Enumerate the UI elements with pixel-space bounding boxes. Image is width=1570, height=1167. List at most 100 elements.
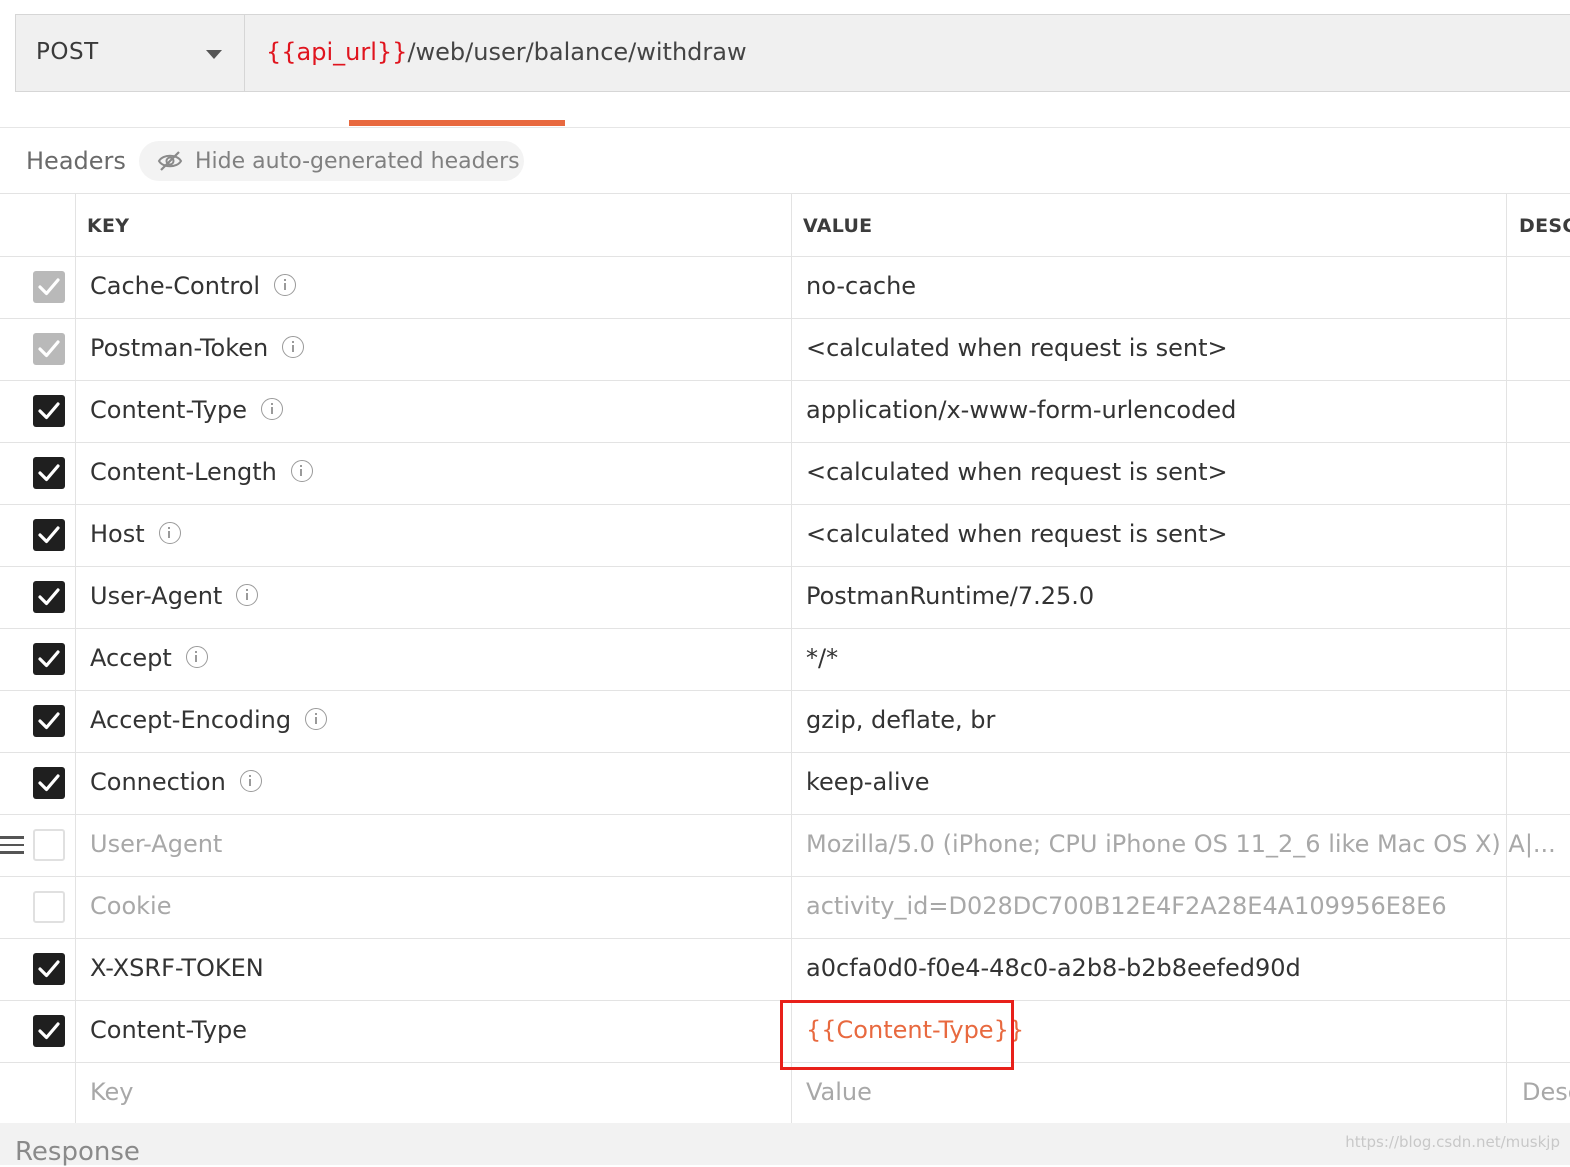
table-row: Cache-Control no-cache [0,256,1570,318]
header-value[interactable]: Mozilla/5.0 (iPhone; CPU iPhone OS 11_2_… [806,830,1556,858]
header-enabled-checkbox[interactable] [33,891,65,923]
header-enabled-checkbox[interactable] [33,953,65,985]
new-key-input[interactable]: Key [90,1078,134,1106]
column-header-description: DESC [1519,215,1570,237]
active-tab-indicator [349,120,565,126]
table-row: Content-Length <calculated when request i… [0,442,1570,504]
table-row: Accept */* [0,628,1570,690]
new-header-row: Key Value Desc [0,1062,1570,1124]
info-icon[interactable] [185,646,208,668]
info-icon[interactable] [290,460,313,482]
new-description-input[interactable]: Desc [1522,1078,1570,1106]
header-value[interactable]: <calculated when request is sent> [806,458,1228,486]
header-enabled-checkbox[interactable] [33,767,65,799]
highlight-box [780,1000,1014,1070]
header-value[interactable]: <calculated when request is sent> [806,334,1228,362]
header-key-label: X-XSRF-TOKEN [90,954,264,982]
header-key[interactable]: User-Agent [90,582,259,610]
info-icon[interactable] [236,584,259,606]
eye-slash-icon [157,151,183,171]
header-enabled-checkbox[interactable] [33,395,65,427]
header-key-label: User-Agent [90,830,223,858]
table-row: Cookie activity_id=D028DC700B12E4F2A28E4A… [0,876,1570,938]
url-input[interactable]: {{api_url}}/web/user/balance/withdraw [266,38,747,66]
table-row: X-XSRF-TOKEN a0cfa0d0-f0e4-48c0-a2b8-b2b8… [0,938,1570,1000]
header-value[interactable]: no-cache [806,272,916,300]
header-value[interactable]: a0cfa0d0-f0e4-48c0-a2b8-b2b8eefed90d [806,954,1301,982]
column-header-value: VALUE [803,215,873,237]
response-label: Response [15,1137,140,1167]
header-key[interactable]: Connection [90,768,262,796]
method-select[interactable]: POST [16,15,245,91]
table-row: User-Agent Mozilla/5.0 (iPhone; CPU iPhon… [0,814,1570,876]
header-enabled-checkbox[interactable] [33,581,65,613]
url-variable: {{api_url}} [266,38,408,66]
header-enabled-checkbox[interactable] [33,457,65,489]
header-key-label: Cookie [90,892,172,920]
method-label: POST [36,39,99,65]
header-key-label: Host [90,520,145,548]
header-key-label: User-Agent [90,582,223,610]
header-enabled-checkbox[interactable] [33,519,65,551]
header-key[interactable]: Postman-Token [90,334,305,362]
header-key-label: Content-Type [90,1016,248,1044]
header-key[interactable]: User-Agent [90,830,222,858]
info-icon[interactable] [158,522,181,544]
info-icon[interactable] [261,398,284,420]
response-section: Response https://blog.csdn.net/muskjp [0,1123,1570,1167]
header-value[interactable]: keep-alive [806,768,929,796]
info-icon[interactable] [274,274,297,296]
table-row: Accept-Encoding gzip, deflate, br [0,690,1570,752]
header-enabled-checkbox[interactable] [33,1015,65,1047]
header-key[interactable]: Host [90,520,181,548]
new-value-input[interactable]: Value [806,1078,872,1106]
header-key[interactable]: Content-Type [90,1016,247,1044]
table-header-row: KEY VALUE DESC [0,193,1570,256]
header-key[interactable]: Content-Length [90,458,313,486]
request-bar: POST {{api_url}}/web/user/balance/withdr… [15,14,1570,92]
header-value[interactable]: application/x-www-form-urlencoded [806,396,1236,424]
drag-handle-icon[interactable] [0,836,24,856]
header-key[interactable]: Accept [90,644,208,672]
header-value[interactable]: PostmanRuntime/7.25.0 [806,582,1094,610]
info-icon[interactable] [305,708,328,730]
header-value[interactable]: gzip, deflate, br [806,706,995,734]
header-value[interactable]: */* [806,644,838,672]
info-icon[interactable] [239,770,262,792]
table-row: Postman-Token <calculated when request is… [0,318,1570,380]
header-key[interactable]: Content-Type [90,396,284,424]
header-key[interactable]: Accept-Encoding [90,706,328,734]
header-enabled-checkbox[interactable] [33,643,65,675]
header-key[interactable]: Cookie [90,892,171,920]
table-row: Connection keep-alive [0,752,1570,814]
watermark: https://blog.csdn.net/muskjp [1345,1133,1560,1151]
chevron-down-icon [206,50,222,59]
table-row: User-Agent PostmanRuntime/7.25.0 [0,566,1570,628]
header-key-label: Content-Length [90,458,277,486]
header-enabled-checkbox[interactable] [33,271,65,303]
headers-title: Headers [26,147,126,175]
hide-auto-generated-headers-button[interactable]: Hide auto-generated headers [139,141,524,181]
column-header-key: KEY [87,215,130,237]
header-enabled-checkbox[interactable] [33,829,65,861]
header-key-label: Content-Type [90,396,248,424]
header-key-label: Cache-Control [90,272,261,300]
table-row: Content-Type application/x-www-form-urlen… [0,380,1570,442]
url-path: /web/user/balance/withdraw [407,38,747,66]
table-row: Host <calculated when request is sent> [0,504,1570,566]
header-enabled-checkbox[interactable] [33,705,65,737]
header-key[interactable]: Cache-Control [90,272,297,300]
header-key-label: Accept [90,644,172,672]
table-body: Cache-Control no-cache Postman-Token <calcu… [0,256,1570,1062]
hide-auto-label: Hide auto-generated headers [195,149,520,174]
tab-divider [0,127,1570,128]
header-value[interactable]: activity_id=D028DC700B12E4F2A28E4A109956… [806,892,1447,920]
info-icon[interactable] [282,336,305,358]
headers-table: KEY VALUE DESC Cache-Control no-cache Post… [0,193,1570,1124]
header-key-label: Accept-Encoding [90,706,292,734]
header-key[interactable]: X-XSRF-TOKEN [90,954,264,982]
header-key-label: Connection [90,768,226,796]
header-value[interactable]: <calculated when request is sent> [806,520,1228,548]
header-enabled-checkbox[interactable] [33,333,65,365]
header-key-label: Postman-Token [90,334,269,362]
